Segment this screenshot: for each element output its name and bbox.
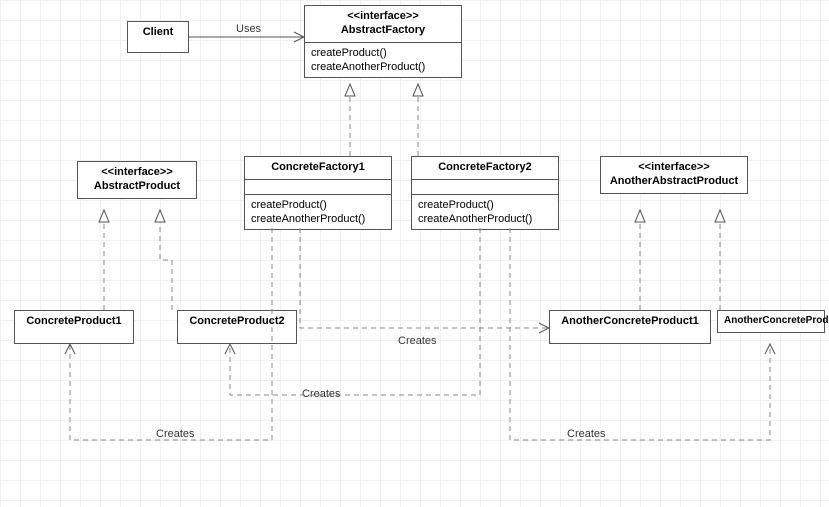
class-concrete-factory1-name: ConcreteFactory1: [245, 157, 391, 179]
class-another-abstract-product[interactable]: <<interface>> AnotherAbstractProduct: [600, 156, 748, 194]
class-abstract-product[interactable]: <<interface>> AbstractProduct: [77, 161, 197, 199]
stereotype: <<interface>>: [347, 10, 419, 22]
class-concrete-factory2[interactable]: ConcreteFactory2 createProduct() createA…: [411, 156, 559, 230]
op: createProduct(): [251, 198, 385, 212]
edge-cp2-realizes-ap: [160, 210, 172, 310]
class-abstract-factory[interactable]: <<interface>> AbstractFactory createProd…: [304, 5, 462, 78]
class-another-concrete-product1[interactable]: AnotherConcreteProduct1: [549, 310, 711, 344]
class-abstract-product-title: <<interface>> AbstractProduct: [78, 162, 196, 198]
class-concrete-product1[interactable]: ConcreteProduct1: [14, 310, 134, 344]
class-concrete-factory1-ops: createProduct() createAnotherProduct(): [245, 194, 391, 230]
op: createAnotherProduct(): [418, 212, 552, 226]
label-creates: Creates: [302, 388, 341, 400]
class-abstract-product-name: AbstractProduct: [94, 180, 180, 192]
class-another-concrete-product1-name: AnotherConcreteProduct1: [550, 311, 710, 333]
label-creates: Creates: [398, 335, 437, 347]
op: createProduct(): [418, 198, 552, 212]
edge-cf1-creates-acp1: [300, 228, 549, 328]
class-another-abstract-product-name: AnotherAbstractProduct: [610, 175, 738, 187]
op: createAnotherProduct(): [251, 212, 385, 226]
label-creates: Creates: [156, 428, 195, 440]
empty-section: [245, 179, 391, 194]
stereotype: <<interface>>: [101, 166, 173, 178]
class-abstract-factory-title: <<interface>> AbstractFactory: [305, 6, 461, 42]
class-abstract-factory-name: AbstractFactory: [341, 24, 425, 36]
stereotype: <<interface>>: [638, 161, 710, 173]
class-abstract-factory-ops: createProduct() createAnotherProduct(): [305, 42, 461, 78]
class-concrete-factory1[interactable]: ConcreteFactory1 createProduct() createA…: [244, 156, 392, 230]
class-concrete-factory2-name: ConcreteFactory2: [412, 157, 558, 179]
class-concrete-product2[interactable]: ConcreteProduct2: [177, 310, 297, 344]
label-creates: Creates: [567, 428, 606, 440]
label-uses: Uses: [236, 23, 261, 35]
class-client-name: Client: [128, 22, 188, 44]
class-another-concrete-product2[interactable]: AnotherConcreteProduct2: [717, 310, 825, 333]
class-concrete-product2-name: ConcreteProduct2: [178, 311, 296, 333]
op: createProduct(): [311, 46, 455, 60]
class-another-abstract-product-title: <<interface>> AnotherAbstractProduct: [601, 157, 747, 193]
class-another-concrete-product2-name: AnotherConcreteProduct2: [718, 311, 824, 332]
class-client[interactable]: Client: [127, 21, 189, 53]
empty-section: [412, 179, 558, 194]
op: createAnotherProduct(): [311, 60, 455, 74]
class-concrete-factory2-ops: createProduct() createAnotherProduct(): [412, 194, 558, 230]
class-concrete-product1-name: ConcreteProduct1: [15, 311, 133, 333]
